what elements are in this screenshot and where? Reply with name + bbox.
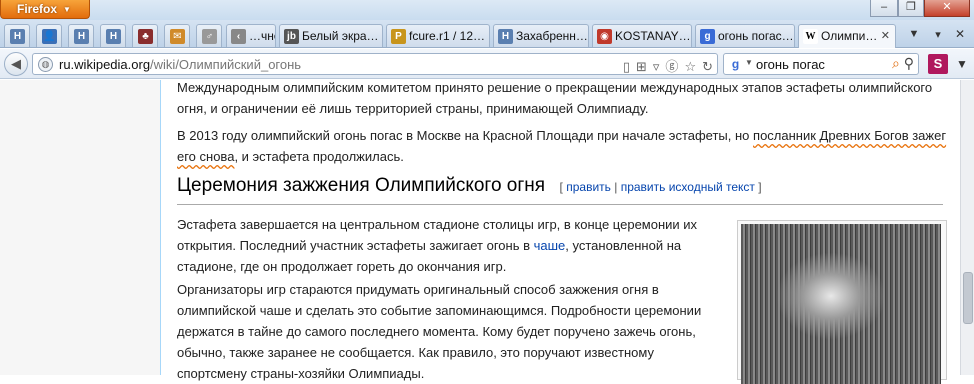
- chasha-link[interactable]: чаше: [534, 238, 566, 253]
- close-tab-icon[interactable]: ✕: [881, 29, 890, 42]
- feed-icon[interactable]: ⊞: [636, 59, 647, 74]
- jb-favicon: jb: [284, 29, 299, 44]
- star-icon[interactable]: ☆: [684, 59, 696, 74]
- search-input[interactable]: огонь погас: [756, 57, 825, 72]
- section-title: Церемония зажжения Олимпийского огня: [177, 175, 546, 196]
- globe-icon: ◍: [38, 57, 53, 72]
- app-tab[interactable]: H: [4, 24, 30, 47]
- tab[interactable]: W Олимпи… ✕: [798, 24, 896, 48]
- tab[interactable]: jb Белый экра…: [279, 24, 383, 47]
- url-text[interactable]: ru.wikipedia.org/wiki/Олимпийский_огонь: [59, 57, 301, 72]
- app-tab[interactable]: ✉: [164, 24, 190, 47]
- tab-list-icon[interactable]: ▼: [906, 28, 922, 40]
- edit-source-link[interactable]: править исходный текст: [621, 180, 755, 194]
- app-tab[interactable]: ♂: [196, 24, 222, 47]
- tab[interactable]: H Захабренн…: [493, 24, 589, 47]
- refresh-icon[interactable]: ↻: [702, 59, 713, 74]
- page-favicon: ‹: [231, 29, 246, 44]
- chevron-down-icon: ▼: [63, 5, 71, 14]
- tab-label: Захабренн…: [516, 29, 588, 43]
- vertical-scrollbar[interactable]: [960, 80, 974, 375]
- tab-scroll-down-icon[interactable]: ▾: [930, 28, 946, 41]
- paragraph-2-end: , и эстафета продолжилась.: [234, 149, 404, 164]
- title-bar: Firefox ▼ – ❐ ✕: [0, 0, 974, 20]
- site-info-icon[interactable]: ⓖ: [665, 59, 678, 74]
- back-arrow-icon: ◀: [11, 56, 21, 71]
- sidebar-background: [0, 80, 160, 375]
- tab-label: KOSTANAY…: [615, 29, 691, 43]
- edit-links: [ править | править исходный текст ]: [560, 180, 762, 194]
- wikipedia-favicon: W: [803, 29, 818, 44]
- history-dropdown-icon[interactable]: ▿: [653, 59, 660, 74]
- url-icons: ▯ ⊞ ▿ ⓖ ☆ ↻: [617, 56, 713, 75]
- tab-label: Олимпи…: [821, 29, 878, 43]
- thumbnail-frame[interactable]: [737, 220, 947, 384]
- person-favicon: 👤: [42, 29, 57, 44]
- gender-favicon: ♂: [202, 29, 217, 44]
- tab-label: Белый экра…: [302, 29, 379, 43]
- google-favicon: g: [700, 29, 715, 44]
- minimize-button[interactable]: –: [870, 0, 898, 17]
- paragraph-3: Эстафета завершается на центральном стад…: [177, 214, 717, 277]
- url-host: ru.wikipedia.org: [59, 57, 151, 72]
- h-favicon: H: [10, 29, 25, 44]
- close-window-button[interactable]: ✕: [924, 0, 970, 17]
- bookmark-book-icon[interactable]: ▯: [623, 59, 630, 74]
- address-bar[interactable]: ◍ ru.wikipedia.org/wiki/Олимпийский_огон…: [32, 53, 718, 75]
- tab-label: …чно…: [249, 29, 275, 43]
- url-path: /wiki/Олимпийский_огонь: [150, 57, 302, 72]
- app-tab[interactable]: H: [68, 24, 94, 47]
- navigation-bar: ◀ ◍ ru.wikipedia.org/wiki/Олимпийский_ог…: [0, 49, 974, 79]
- fcure-favicon: P: [391, 29, 406, 44]
- close-tab-strip-icon[interactable]: ✕: [952, 27, 968, 41]
- edit-separator: |: [614, 180, 618, 194]
- paragraph-2-start: В 2013 году олимпийский огонь погас в Мо…: [177, 128, 754, 143]
- olympic-cauldron-image[interactable]: [741, 224, 941, 384]
- tab[interactable]: g огонь погас…: [695, 24, 795, 47]
- h-favicon: H: [498, 29, 513, 44]
- paragraph-1: Международным олимпийским комитетом прин…: [177, 80, 933, 116]
- scrollbar-thumb[interactable]: [963, 272, 973, 324]
- kostanay-favicon: ◉: [597, 29, 612, 44]
- google-search-engine-icon[interactable]: g: [728, 57, 743, 72]
- tab-strip: + ▼ ▾ ✕ H👤HH♣✉♂‹…чно…jbБелый экра…Pfcure…: [0, 20, 974, 48]
- edit-link[interactable]: править: [566, 180, 611, 194]
- search-icons: ⌕ ⚲: [892, 55, 914, 72]
- back-button[interactable]: ◀: [4, 52, 28, 76]
- edit-bracket-open: [: [559, 180, 563, 194]
- firefox-menu-button[interactable]: Firefox ▼: [0, 0, 90, 19]
- paragraph-2: В 2013 году олимпийский огонь погас в Мо…: [177, 125, 947, 167]
- page-content: Международным олимпийским комитетом прин…: [0, 80, 974, 384]
- extension-s-icon[interactable]: S: [928, 54, 948, 74]
- avatar-favicon: ♣: [138, 29, 153, 44]
- tab-label: огонь погас…: [718, 29, 794, 43]
- article-body: Международным олимпийским комитетом прин…: [160, 80, 960, 384]
- search-bar[interactable]: g ▼ огонь погас ⌕ ⚲: [723, 53, 919, 75]
- paragraph-4: Организаторы игр стараются придумать ори…: [177, 282, 702, 381]
- section-heading: Церемония зажжения Олимпийского огня [ п…: [177, 175, 943, 205]
- tab[interactable]: ‹…чно…: [226, 24, 276, 47]
- mail-favicon: ✉: [170, 29, 185, 44]
- tab[interactable]: Pfcure.r1 / 12…: [386, 24, 490, 47]
- h-favicon: H: [106, 29, 121, 44]
- find-icon[interactable]: ⌕: [892, 55, 900, 71]
- h-favicon: H: [74, 29, 89, 44]
- menu-chevron-icon[interactable]: ▼: [956, 57, 968, 71]
- search-icon[interactable]: ⚲: [904, 55, 914, 71]
- edit-bracket-close: ]: [758, 180, 762, 194]
- app-tab[interactable]: H: [100, 24, 126, 47]
- chevron-down-icon[interactable]: ▼: [745, 58, 753, 67]
- firefox-menu-label: Firefox: [17, 2, 58, 16]
- app-tab[interactable]: 👤: [36, 24, 62, 47]
- app-tab[interactable]: ♣: [132, 24, 158, 47]
- restore-button[interactable]: ❐: [898, 0, 924, 17]
- tab-label: fcure.r1 / 12…: [409, 29, 486, 43]
- tab[interactable]: ◉ KOSTANAY…: [592, 24, 692, 47]
